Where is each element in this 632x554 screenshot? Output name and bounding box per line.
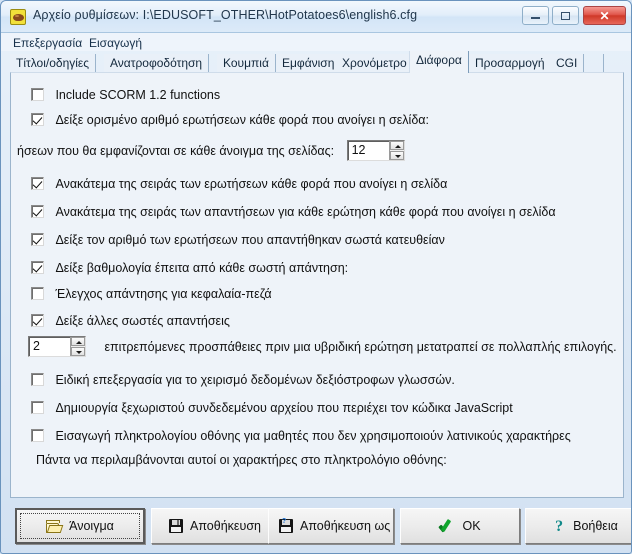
floppy-disk-icon: [169, 519, 184, 533]
spin-down-icon[interactable]: [389, 151, 404, 160]
settings-window: Αρχείο ρυθμίσεων: I:\EDUSOFT_OTHER\HotPo…: [0, 0, 632, 554]
questions-per-page-label: ήσεων που θα εμφανίζονται σε κάθε άνοιγμ…: [17, 144, 335, 158]
tab-titles-instructions[interactable]: Τίτλοι/οδηγίες: [10, 54, 97, 73]
window-title: Αρχείο ρυθμίσεων: I:\EDUSOFT_OTHER\HotPo…: [33, 8, 418, 22]
tab-cgi[interactable]: CGI: [550, 54, 585, 73]
checkbox-label-shuffle-answers: Ανακάτεμα της σειράς των απαντήσεων για …: [55, 205, 556, 219]
keyboard-chars-label-row: Πάντα να περιλαμβάνονται αυτοί οι χαρακτ…: [36, 451, 447, 469]
save-as-button[interactable]: ? Αποθήκευση ως: [268, 508, 394, 544]
potato-icon: [10, 9, 26, 25]
save-button-label: Αποθήκευση: [190, 519, 261, 533]
checkbox-label-external-js: Δημιουργία ξεχωριστού συνδεδεμένου αρχεί…: [55, 401, 513, 415]
checkbox-row-show-number[interactable]: Δείξε ορισμένο αριθμό ερωτήσεων κάθε φορ…: [31, 111, 429, 129]
folder-open-icon: [46, 519, 64, 533]
maximize-button[interactable]: [552, 6, 579, 25]
question-mark-icon: ?: [555, 517, 564, 535]
attempts-stepper[interactable]: 2: [28, 336, 86, 357]
maximize-icon: [553, 7, 578, 24]
checkbox-label-scorm: Include SCORM 1.2 functions: [55, 88, 221, 102]
checkbox-row-shuffle-questions[interactable]: Ανακάτεμα της σειράς των ερωτήσεων κάθε …: [31, 175, 447, 193]
checkbox-show-other-correct[interactable]: [31, 314, 44, 327]
checkbox-row-shuffle-answers[interactable]: Ανακάτεμα της σειράς των απαντήσεων για …: [31, 203, 556, 221]
checkbox-label-rtl-support: Ειδική επεξεργασία για το χειρισμό δεδομ…: [55, 373, 455, 387]
minimize-button[interactable]: [522, 6, 549, 25]
tab-buttons[interactable]: Κουμπιά: [217, 54, 276, 73]
ok-button[interactable]: OK: [400, 508, 520, 544]
checkbox-onscreen-keyboard[interactable]: [31, 429, 44, 442]
checkbox-show-correct-count[interactable]: [31, 233, 44, 246]
checkbox-label-show-score: Δείξε βαθμολογία έπειτα από κάθε σωστή α…: [55, 261, 349, 275]
title-bar: Αρχείο ρυθμίσεων: I:\EDUSOFT_OTHER\HotPo…: [1, 1, 631, 33]
checkbox-label-case-sensitive: Έλεγχος απάντησης για κεφαλαία-πεζά: [55, 287, 272, 301]
save-button[interactable]: Αποθήκευση: [151, 508, 279, 544]
attempts-row: 2 επιτρεπόμενες προσπάθειες πριν μια υβρ…: [28, 336, 617, 357]
floppy-disk-as-icon: ?: [279, 518, 293, 533]
checkbox-label-show-number: Δείξε ορισμένο αριθμό ερωτήσεων κάθε φορ…: [55, 113, 429, 127]
checkbox-shuffle-questions[interactable]: [31, 177, 44, 190]
menu-item-edit[interactable]: Επεξεργασία: [9, 35, 86, 51]
checkbox-label-show-other-correct: Δείξε άλλες σωστές απαντήσεις: [55, 314, 230, 328]
questions-per-page-stepper[interactable]: 12: [346, 140, 405, 161]
close-icon: ✕: [599, 8, 610, 23]
help-button-label: Βοήθεια: [573, 519, 618, 533]
questions-per-page-row: ήσεων που θα εμφανίζονται σε κάθε άνοιγμ…: [17, 140, 405, 161]
spin-up-icon[interactable]: [71, 337, 85, 346]
checkbox-label-onscreen-keyboard: Εισαγωγή πληκτρολογίου οθόνης για μαθητέ…: [55, 429, 571, 443]
checkbox-label-shuffle-questions: Ανακάτεμα της σειράς των ερωτήσεων κάθε …: [55, 177, 448, 191]
checkbox-row-show-score[interactable]: Δείξε βαθμολογία έπειτα από κάθε σωστή α…: [31, 259, 348, 277]
tab-feedback[interactable]: Ανατροφοδότηση: [104, 54, 210, 73]
ok-button-label: OK: [462, 519, 481, 533]
checkbox-row-show-correct-count[interactable]: Δείξε τον αριθμό των ερωτήσεων που απαντ…: [31, 231, 445, 249]
checkbox-rtl-support[interactable]: [31, 373, 44, 386]
checkbox-show-number[interactable]: [31, 113, 44, 126]
attempts-value: 2: [33, 339, 40, 353]
checkbox-case-sensitive[interactable]: [31, 287, 44, 300]
menu-item-insert[interactable]: Εισαγωγή: [85, 35, 146, 51]
open-button[interactable]: Άνοιγμα: [15, 508, 145, 544]
checkbox-show-score[interactable]: [31, 261, 44, 274]
spin-up-icon[interactable]: [389, 141, 404, 150]
save-as-button-label: Αποθήκευση ως: [300, 519, 391, 533]
checkbox-row-case-sensitive[interactable]: Έλεγχος απάντησης για κεφαλαία-πεζά: [31, 285, 272, 303]
menu-bar: Επεξεργασία Εισαγωγή: [1, 33, 631, 51]
checkbox-row-rtl-support[interactable]: Ειδική επεξεργασία για το χειρισμό δεδομ…: [31, 371, 455, 389]
spin-down-icon[interactable]: [71, 347, 85, 356]
questions-per-page-value: 12: [351, 143, 366, 157]
checkbox-row-show-other-correct[interactable]: Δείξε άλλες σωστές απαντήσεις: [31, 312, 230, 330]
keyboard-chars-label: Πάντα να περιλαμβάνονται αυτοί οι χαρακτ…: [36, 453, 447, 467]
tab-strip: Τίτλοι/οδηγίες Ανατροφοδότηση Κουμπιά Εμ…: [10, 51, 624, 73]
help-button[interactable]: ? Βοήθεια: [525, 508, 631, 544]
tab-strip-filler: [585, 54, 604, 73]
attempts-label: επιτρεπόμενες προσπάθειες πριν μια υβριδ…: [104, 340, 617, 354]
tab-timer[interactable]: Χρονόμετρο: [336, 54, 414, 73]
attempts-spin-buttons[interactable]: [70, 337, 85, 356]
open-button-label: Άνοιγμα: [69, 519, 114, 533]
checkbox-external-js[interactable]: [31, 401, 44, 414]
green-check-icon: [439, 519, 455, 533]
tab-other[interactable]: Διάφορα: [409, 51, 469, 73]
checkbox-label-show-correct-count: Δείξε τον αριθμό των ερωτήσεων που απαντ…: [55, 233, 445, 247]
questions-per-page-spin-buttons[interactable]: [388, 141, 404, 160]
checkbox-scorm[interactable]: [31, 88, 44, 101]
other-settings-panel: Include SCORM 1.2 functions Δείξε ορισμέ…: [10, 72, 624, 498]
button-bar: Άνοιγμα Αποθήκευση ? Αποθήκευση ως OK ? …: [10, 504, 631, 548]
checkbox-shuffle-answers[interactable]: [31, 205, 44, 218]
minimize-icon: [523, 7, 548, 24]
checkbox-row-scorm[interactable]: Include SCORM 1.2 functions: [31, 86, 220, 104]
close-button[interactable]: ✕: [583, 6, 626, 25]
checkbox-row-onscreen-keyboard[interactable]: Εισαγωγή πληκτρολογίου οθόνης για μαθητέ…: [31, 427, 571, 445]
checkbox-row-external-js[interactable]: Δημιουργία ξεχωριστού συνδεδεμένου αρχεί…: [31, 399, 513, 417]
tab-custom[interactable]: Προσαρμογή: [469, 54, 552, 73]
tab-appearance[interactable]: Εμφάνιση: [276, 54, 342, 73]
